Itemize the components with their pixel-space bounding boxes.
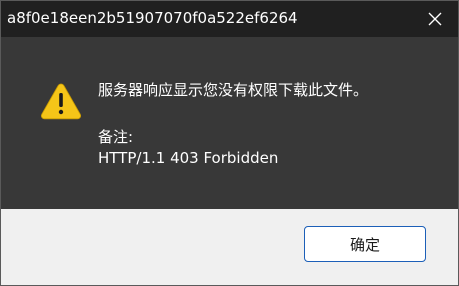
warning-icon	[40, 83, 82, 120]
ok-button[interactable]: 确定	[304, 226, 426, 262]
title-bar[interactable]: a8f0e18een2b51907070f0a522ef6264	[1, 1, 458, 37]
notes-label: 备注:	[98, 128, 134, 146]
download-error-dialog: a8f0e18een2b51907070f0a522ef6264 服务器响应显示…	[0, 0, 459, 286]
error-message: 服务器响应显示您没有权限下载此文件。	[98, 81, 369, 99]
close-button[interactable]	[412, 1, 458, 37]
window-title: a8f0e18een2b51907070f0a522ef6264	[7, 9, 298, 27]
dialog-content: 服务器响应显示您没有权限下载此文件。 备注: HTTP/1.1 403 Forb…	[1, 37, 458, 209]
notes-text: HTTP/1.1 403 Forbidden	[98, 149, 279, 167]
dialog-footer: 确定	[1, 209, 458, 285]
close-icon	[428, 12, 442, 26]
